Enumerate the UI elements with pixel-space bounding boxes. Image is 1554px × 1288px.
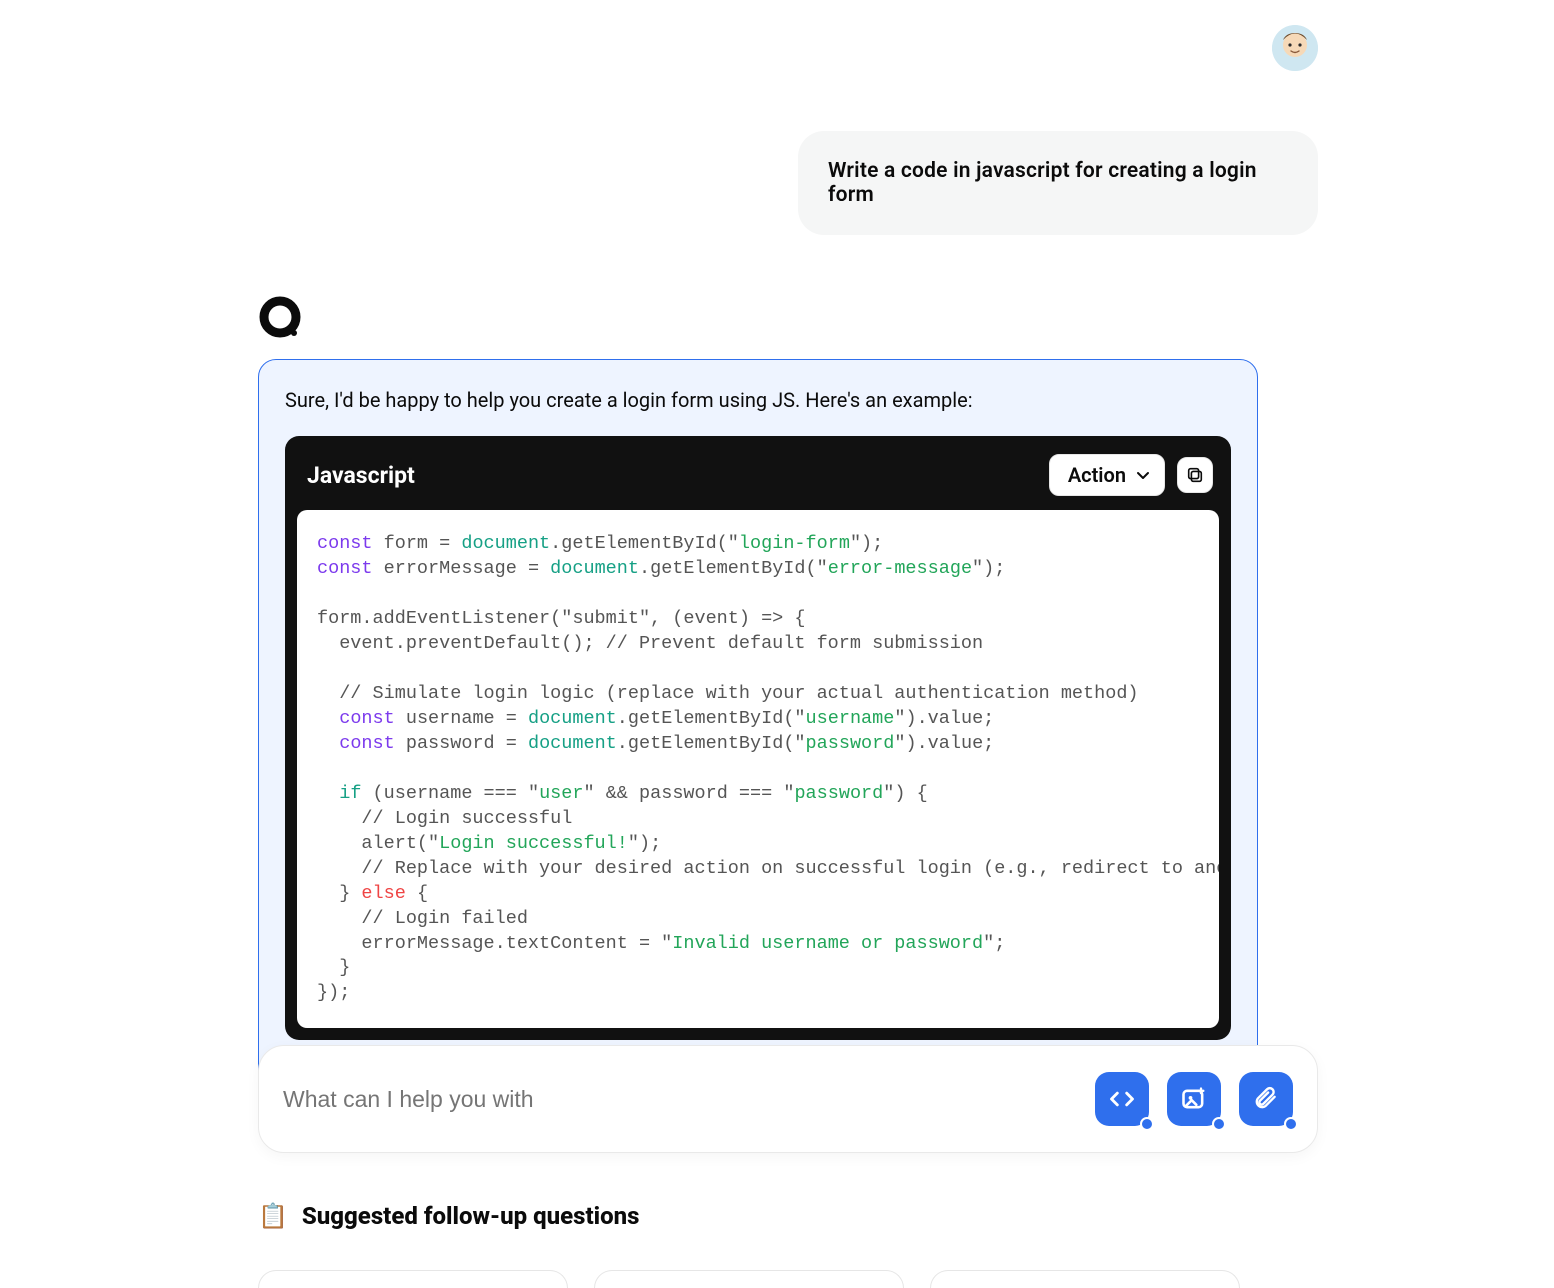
code-action-label: Action xyxy=(1068,463,1126,487)
image-sparkle-icon xyxy=(1180,1085,1208,1113)
user-avatar xyxy=(1272,25,1318,71)
attachment-button[interactable] xyxy=(1239,1072,1293,1126)
suggested-followups-heading: 📋 Suggested follow-up questions xyxy=(258,1202,1318,1230)
assistant-avatar-logo xyxy=(258,295,304,341)
code-mode-button[interactable] xyxy=(1095,1072,1149,1126)
followup-pill[interactable] xyxy=(258,1270,568,1288)
code-action-dropdown[interactable]: Action xyxy=(1049,454,1165,496)
chevron-down-icon xyxy=(1136,468,1150,482)
code-language-label: Javascript xyxy=(307,462,415,489)
copy-code-button[interactable] xyxy=(1177,457,1213,493)
code-icon xyxy=(1108,1085,1136,1113)
assistant-response-card: Sure, I'd be happy to help you create a … xyxy=(258,359,1258,1142)
code-block-content[interactable]: const form = document.getElementById("lo… xyxy=(297,510,1219,1028)
avatar-face-icon xyxy=(1272,25,1318,71)
notepad-icon: 📋 xyxy=(258,1202,288,1230)
user-message-text: Write a code in javascript for creating … xyxy=(828,159,1257,207)
chat-input[interactable] xyxy=(283,1086,903,1113)
code-header: Javascript Action xyxy=(285,436,1231,510)
copy-icon xyxy=(1186,466,1204,484)
assistant-intro-text: Sure, I'd be happy to help you create a … xyxy=(285,388,1231,412)
ring-logo-icon xyxy=(258,295,304,341)
image-mode-button[interactable] xyxy=(1167,1072,1221,1126)
followup-pill[interactable] xyxy=(594,1270,904,1288)
code-panel: Javascript Action xyxy=(285,436,1231,1040)
followup-pill[interactable] xyxy=(930,1270,1240,1288)
suggested-followups-row xyxy=(258,1270,1318,1288)
paperclip-icon xyxy=(1253,1086,1279,1112)
suggested-title: Suggested follow-up questions xyxy=(302,1202,640,1230)
user-message-bubble: Write a code in javascript for creating … xyxy=(798,131,1318,235)
chat-input-dock xyxy=(258,1045,1318,1153)
user-message-row: Write a code in javascript for creating … xyxy=(258,20,1318,235)
